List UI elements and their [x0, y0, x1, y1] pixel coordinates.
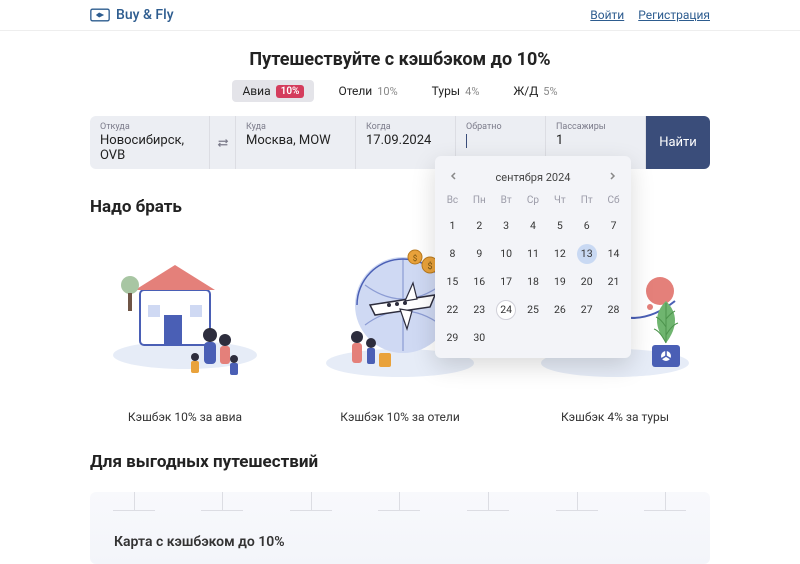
search-button[interactable]: Найти — [646, 116, 710, 169]
calendar-dow: Сб — [600, 195, 627, 208]
calendar-dow: Вт — [493, 195, 520, 208]
tab-tours[interactable]: Туры 4% — [422, 80, 490, 102]
swap-button[interactable] — [210, 116, 236, 169]
tab-label: Туры — [432, 84, 460, 98]
top-bar: Buy & Fly Войти Регистрация — [0, 0, 800, 31]
logo[interactable]: Buy & Fly — [90, 7, 174, 23]
svg-text:$: $ — [413, 254, 418, 263]
promo-caption: Кэшбэк 4% за туры — [520, 410, 710, 424]
calendar-day[interactable]: 24 — [496, 300, 516, 320]
field-value — [466, 133, 535, 148]
field-label: Откуда — [100, 122, 199, 132]
tab-hotels[interactable]: Отели 10% — [328, 80, 407, 102]
tab-rail[interactable]: Ж/Д 5% — [503, 80, 567, 102]
chevron-left-icon — [449, 171, 459, 181]
calendar-day[interactable]: 17 — [493, 272, 520, 292]
calendar-day[interactable]: 14 — [600, 244, 627, 264]
search-bar: Откуда Новосибирск, OVB Куда Москва, MOW… — [90, 116, 710, 169]
calendar-day[interactable]: 29 — [439, 328, 466, 348]
brand-text: Buy & Fly — [116, 7, 174, 23]
calendar-day[interactable]: 21 — [600, 272, 627, 292]
calendar-day[interactable]: 22 — [439, 300, 466, 320]
swap-icon — [216, 136, 230, 150]
login-link[interactable]: Войти — [590, 8, 624, 22]
calendar-day[interactable]: 16 — [466, 272, 493, 292]
category-tabs: Авиа 10% Отели 10% Туры 4% Ж/Д 5% — [0, 80, 800, 102]
banner-title: Карта с кэшбэком до 10% — [114, 534, 710, 550]
svg-text:$: $ — [427, 261, 432, 272]
tab-label: Отели — [338, 84, 372, 98]
from-field[interactable]: Откуда Новосибирск, OVB — [90, 116, 210, 169]
calendar-day[interactable]: 6 — [573, 216, 600, 236]
calendar-day[interactable]: 19 — [546, 272, 573, 292]
calendar-day[interactable]: 5 — [546, 216, 573, 236]
field-label: Пассажиры — [556, 122, 635, 132]
tab-label: Авиа — [242, 84, 270, 98]
calendar-day[interactable]: 12 — [546, 244, 573, 264]
ticket-icon — [90, 8, 110, 22]
promo-caption: Кэшбэк 10% за авиа — [90, 410, 280, 424]
cashback-pct: 5% — [543, 85, 557, 98]
deals-heading: Для выгодных путешествий — [90, 452, 710, 472]
tab-avia[interactable]: Авиа 10% — [232, 80, 314, 102]
field-label: Когда — [366, 122, 445, 132]
calendar-prev[interactable] — [447, 168, 461, 187]
tab-label: Ж/Д — [513, 84, 538, 98]
field-label: Куда — [246, 122, 345, 132]
cashback-pct: 10% — [377, 85, 397, 98]
calendar-dow: Вс — [439, 195, 466, 208]
banner-decoration — [90, 492, 710, 518]
calendar-day[interactable]: 18 — [520, 272, 547, 292]
calendar-day[interactable]: 20 — [573, 272, 600, 292]
to-field[interactable]: Куда Москва, MOW — [236, 116, 356, 169]
calendar-day[interactable]: 27 — [573, 300, 600, 320]
calendar-dow: Чт — [546, 195, 573, 208]
calendar-day[interactable]: 8 — [439, 244, 466, 264]
promo-card-avia[interactable]: Кэшбэк 10% за авиа — [90, 227, 280, 424]
cashback-badge: 10% — [276, 85, 305, 98]
promo-caption: Кэшбэк 10% за отели — [305, 410, 495, 424]
calendar-day[interactable]: 2 — [466, 216, 493, 236]
field-value: Новосибирск, OVB — [100, 133, 199, 163]
calendar-next[interactable] — [605, 168, 619, 187]
calendar-day[interactable]: 11 — [520, 244, 547, 264]
calendar-day[interactable]: 26 — [546, 300, 573, 320]
field-value: Москва, MOW — [246, 133, 345, 148]
promo-image — [90, 227, 280, 402]
calendar-day[interactable]: 3 — [493, 216, 520, 236]
calendar-day[interactable]: 13 — [577, 244, 597, 264]
field-label: Обратно — [466, 122, 535, 132]
register-link[interactable]: Регистрация — [638, 8, 710, 22]
cashback-card-banner[interactable]: Карта с кэшбэком до 10% — [90, 492, 710, 564]
calendar-day[interactable]: 10 — [493, 244, 520, 264]
calendar-day[interactable]: 30 — [466, 328, 493, 348]
calendar-popup: сентября 2024 ВсПнВтСрЧтПтСб123456789101… — [435, 156, 631, 358]
field-value: 1 — [556, 133, 635, 148]
field-value: 17.09.2024 — [366, 133, 445, 148]
calendar-dow: Пн — [466, 195, 493, 208]
calendar-day[interactable]: 25 — [520, 300, 547, 320]
calendar-dow: Ср — [520, 195, 547, 208]
calendar-day[interactable]: 28 — [600, 300, 627, 320]
calendar-dow: Пт — [573, 195, 600, 208]
cashback-pct: 4% — [465, 85, 479, 98]
calendar-day[interactable]: 15 — [439, 272, 466, 292]
calendar-day[interactable]: 4 — [520, 216, 547, 236]
calendar-day[interactable]: 23 — [466, 300, 493, 320]
calendar-day[interactable]: 9 — [466, 244, 493, 264]
calendar-day[interactable]: 7 — [600, 216, 627, 236]
auth-links: Войти Регистрация — [590, 8, 710, 22]
calendar-grid: ВсПнВтСрЧтПтСб12345678910111213141516171… — [439, 195, 627, 348]
chevron-right-icon — [607, 171, 617, 181]
calendar-month: сентября 2024 — [496, 171, 571, 184]
calendar-day[interactable]: 1 — [439, 216, 466, 236]
hero-title: Путешествуйте с кэшбэком до 10% — [0, 49, 800, 70]
